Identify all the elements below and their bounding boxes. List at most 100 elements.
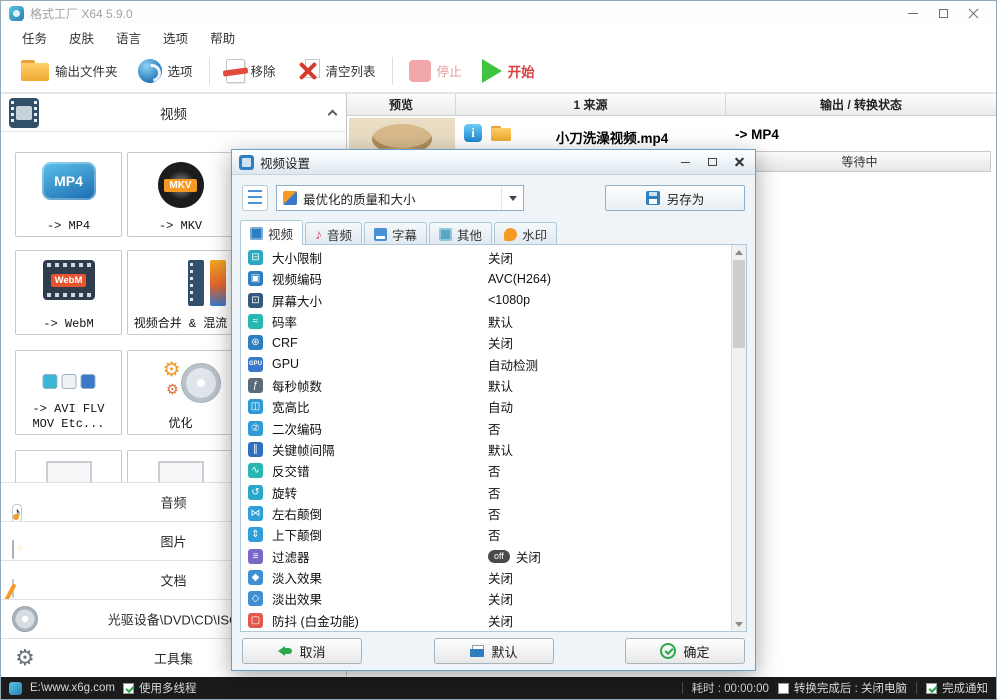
setting-row-stabilize[interactable]: ▢ 防抖 (白金功能) 关闭 xyxy=(241,610,730,631)
menu-item-2[interactable]: 语言 xyxy=(105,25,152,49)
dialog-minimize-button[interactable] xyxy=(676,154,694,170)
setting-row-keyframe-interval[interactable]: ∥ 关键帧间隔 默认 xyxy=(241,439,730,460)
format-card-merge[interactable]: 视频合并 & 混流 xyxy=(127,250,234,335)
profile-value: 最优化的质量和大小 xyxy=(303,192,416,207)
clear-list-button[interactable]: 清空列表 xyxy=(286,55,386,87)
column-header-preview[interactable]: 预览 xyxy=(347,94,456,115)
cancel-button[interactable]: 取消 xyxy=(242,638,362,664)
app-window: 格式工厂 X64 5.9.0 任务 皮肤 语言 选项 帮助 输出文件夹 选项 移除 清空… xyxy=(0,0,997,700)
options-button[interactable]: 选项 xyxy=(128,55,203,87)
setting-value: 否 xyxy=(488,508,501,523)
multithread-option[interactable]: 使用多线程 xyxy=(123,680,197,696)
info-icon[interactable] xyxy=(464,124,482,142)
dialog-titlebar[interactable]: 视频设置 xyxy=(232,150,755,175)
start-label: 开始 xyxy=(507,64,535,80)
setting-row-two-pass[interactable]: ② 二次编码 否 xyxy=(241,418,730,439)
start-button[interactable]: 开始 xyxy=(472,55,545,87)
quality-profile-select[interactable]: 最优化的质量和大小 xyxy=(276,185,524,211)
setting-row-deinterlace[interactable]: ∿ 反交错 否 xyxy=(241,460,730,481)
save-as-button[interactable]: 另存为 xyxy=(605,185,745,211)
minimize-button[interactable] xyxy=(898,3,928,23)
open-folder-icon[interactable] xyxy=(491,126,511,141)
remove-button[interactable]: 移除 xyxy=(216,55,286,87)
tab-watermark[interactable]: 水印 xyxy=(494,222,558,245)
scrollbar-thumb[interactable] xyxy=(733,260,745,348)
after-conversion-option[interactable]: 转换完成后 : 关闭电脑 xyxy=(777,680,907,696)
setting-row-fade-in[interactable]: ◆ 淡入效果 关闭 xyxy=(241,567,730,588)
setting-value: 关闭 xyxy=(488,252,514,267)
column-header-output[interactable]: 输出 / 转换状态 xyxy=(726,94,996,115)
scroll-up-icon[interactable] xyxy=(732,245,746,259)
menu-item-0[interactable]: 任务 xyxy=(11,25,58,49)
tab-audio[interactable]: 音频 xyxy=(305,222,363,245)
setting-row-video-encode[interactable]: ▣ 视频编码 AVC(H264) xyxy=(241,268,730,289)
options-label: 选项 xyxy=(167,65,193,79)
format-card-mp4[interactable]: MP4 -> MP4 xyxy=(15,152,122,237)
stop-label: 停止 xyxy=(436,65,462,79)
statusbar-right: 耗时 : 00:00:00 转换完成后 : 关闭电脑 完成通知 xyxy=(681,680,988,696)
statusbar-separator xyxy=(681,682,683,694)
setting-row-rotate[interactable]: ↺ 旋转 否 xyxy=(241,482,730,503)
tab-subtitle[interactable]: 字幕 xyxy=(364,222,428,245)
screen-size-icon: ⊡ xyxy=(248,292,263,308)
statusbar-logo-icon xyxy=(9,681,22,695)
setting-row-screen-size[interactable]: ⊡ 屏幕大小 <1080p xyxy=(241,290,730,311)
maximize-button[interactable] xyxy=(928,3,958,23)
menu-item-3[interactable]: 选项 xyxy=(152,25,199,49)
setting-row-flip-horizontal[interactable]: ⋈ 左右颠倒 否 xyxy=(241,503,730,524)
setting-row-crf[interactable]: ⊛ CRF 关闭 xyxy=(241,332,730,353)
video-panel-header[interactable]: 视频 xyxy=(1,94,346,132)
default-label: 默认 xyxy=(491,644,518,660)
notify-option[interactable]: 完成通知 xyxy=(926,680,988,696)
titlebar[interactable]: 格式工厂 X64 5.9.0 xyxy=(1,1,996,25)
dialog-controls xyxy=(676,154,748,170)
bitrate-icon: ≈ xyxy=(248,314,263,330)
default-button[interactable]: 默认 xyxy=(434,638,554,664)
dialog-close-button[interactable] xyxy=(730,154,748,170)
fade-out-icon: ◇ xyxy=(248,591,263,607)
clear-x-icon xyxy=(296,58,320,83)
stop-button[interactable]: 停止 xyxy=(399,56,472,86)
flip-vertical-icon: ⇕ xyxy=(248,527,263,543)
tab-video[interactable]: 视频 xyxy=(240,220,304,245)
setting-row-bitrate[interactable]: ≈ 码率 默认 xyxy=(241,311,730,332)
ok-button[interactable]: 确定 xyxy=(625,638,745,664)
webm-film-icon: WebM xyxy=(42,260,95,300)
elapsed-time: 耗时 : 00:00:00 xyxy=(691,683,769,695)
check-circle-icon xyxy=(660,643,677,659)
setting-row-flip-vertical[interactable]: ⇕ 上下颠倒 否 xyxy=(241,524,730,545)
format-label: -> AVI FLV MOV Etc... xyxy=(32,402,105,431)
close-button[interactable] xyxy=(958,3,988,23)
dialog-maximize-button[interactable] xyxy=(703,154,721,170)
setting-row-filter[interactable]: ≡ 过滤器 off 关闭 xyxy=(241,546,730,567)
menu-item-4[interactable]: 帮助 xyxy=(199,25,246,49)
format-card-avi-flv-mov[interactable]: -> AVI FLV MOV Etc... xyxy=(15,350,122,435)
statusbar: E:\www.x6g.com 使用多线程 耗时 : 00:00:00 转换完成后… xyxy=(1,677,996,699)
setting-row-size-limit[interactable]: ⊟ 大小限制 关闭 xyxy=(241,247,730,268)
tab-label: 其他 xyxy=(457,228,483,243)
filter-toggle[interactable]: off xyxy=(488,549,510,563)
setting-value: 否 xyxy=(488,465,501,480)
column-header-source[interactable]: 1 来源 xyxy=(456,94,726,115)
shutdown-checkbox[interactable] xyxy=(777,682,789,694)
setting-row-gpu[interactable]: GPU GPU 自动检测 xyxy=(241,354,730,375)
tab-other[interactable]: 其他 xyxy=(429,222,493,245)
menu-item-1[interactable]: 皮肤 xyxy=(58,25,105,49)
setting-row-fade-out[interactable]: ◇ 淡出效果 关闭 xyxy=(241,588,730,609)
format-card-webm[interactable]: WebM -> WebM xyxy=(15,250,122,335)
profile-grid-icon xyxy=(283,191,297,205)
setting-row-aspect-ratio[interactable]: ◫ 宽高比 自动 xyxy=(241,396,730,417)
settings-rows: ⊟ 大小限制 关闭 ▣ 视频编码 AVC(H264) ⊡ 屏幕大小 <1080p… xyxy=(241,245,730,631)
output-folder-button[interactable]: 输出文件夹 xyxy=(11,56,128,85)
notify-checkbox[interactable] xyxy=(926,682,937,694)
setting-label: 上下颠倒 xyxy=(272,529,323,544)
reset-default-icon xyxy=(470,645,485,657)
setting-row-fps[interactable]: ƒ 每秒帧数 默认 xyxy=(241,375,730,396)
format-label: -> MP4 xyxy=(46,218,91,233)
floppy-disk-icon xyxy=(645,191,660,205)
multithread-checkbox[interactable] xyxy=(123,682,134,694)
scrollbar[interactable] xyxy=(731,245,746,631)
format-card-mkv[interactable]: MKV -> MKV xyxy=(127,152,234,237)
scroll-down-icon[interactable] xyxy=(732,617,746,631)
format-card-optimize[interactable]: ⚙ ⚙ 优化 xyxy=(127,350,234,435)
